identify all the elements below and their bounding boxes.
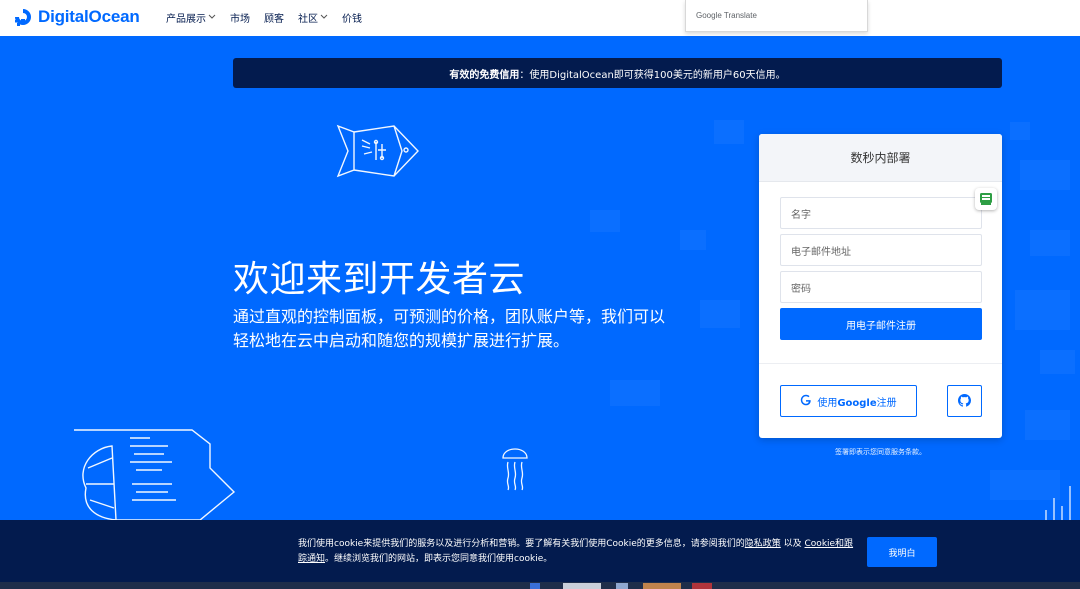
cookie-consent-bar: 我们使用cookie来提供我们的服务以及进行分析和营销。要了解有关我们使用Coo… bbox=[0, 520, 1080, 589]
chevron-down-icon bbox=[208, 13, 216, 22]
seaweed-icon bbox=[1036, 476, 1076, 526]
background-block bbox=[680, 230, 706, 250]
name-input-placeholder: 名字 bbox=[791, 209, 811, 221]
background-block bbox=[714, 120, 744, 144]
background-block bbox=[610, 380, 660, 406]
google-signup-label: 使用Google注册 bbox=[817, 394, 896, 409]
credit-banner: 有效的免费信用 ：使用DigitalOcean即可获得100美元的新用户60天信… bbox=[233, 58, 1002, 88]
github-icon bbox=[958, 392, 971, 411]
email-input-placeholder: 电子邮件地址 bbox=[791, 246, 851, 258]
strip-thumbnail bbox=[616, 583, 628, 589]
chevron-down-icon bbox=[320, 13, 328, 22]
nav-item-label: 产品展示 bbox=[166, 14, 206, 25]
nav-item-label: 市场 bbox=[230, 14, 250, 25]
bottom-strip bbox=[0, 582, 1080, 589]
main-nav: 产品展示 市场 顾客 社区 价钱 bbox=[166, 10, 362, 25]
jellyfish-icon bbox=[500, 444, 530, 496]
strip-thumbnail bbox=[692, 583, 712, 589]
nav-item-customers[interactable]: 顾客 bbox=[264, 10, 284, 25]
email-input[interactable]: 电子邮件地址 bbox=[780, 234, 982, 266]
background-block bbox=[1025, 410, 1070, 440]
strip-thumbnail bbox=[563, 583, 601, 589]
google-translate-label: Google Translate bbox=[696, 11, 757, 20]
extension-icon[interactable] bbox=[975, 188, 997, 210]
background-block bbox=[1040, 350, 1075, 374]
brand-logo[interactable]: DigitalOcean bbox=[12, 6, 140, 28]
terms-notice: 签署即表示您同意服务条款。 bbox=[835, 448, 926, 456]
background-block bbox=[1010, 122, 1030, 140]
strip-thumbnail bbox=[643, 583, 681, 589]
password-input-placeholder: 密码 bbox=[791, 283, 811, 295]
credit-banner-text: ：使用DigitalOcean即可获得100美元的新用户60天信用。 bbox=[519, 69, 786, 81]
google-translate-widget[interactable]: Google Translate bbox=[685, 0, 868, 32]
password-input[interactable]: 密码 bbox=[780, 271, 982, 303]
nav-item-label: 顾客 bbox=[264, 14, 284, 25]
fish-illustration-icon bbox=[334, 122, 424, 184]
email-signup-button[interactable]: 用电子邮件注册 bbox=[780, 308, 982, 340]
cookie-accept-button[interactable]: 我明白 bbox=[867, 537, 937, 567]
cookie-text-part-2: 以及 bbox=[780, 539, 805, 549]
github-signup-button[interactable] bbox=[947, 385, 982, 417]
credit-banner-strong: 有效的免费信用 bbox=[449, 69, 520, 81]
background-block bbox=[1020, 160, 1070, 190]
google-signup-prefix: 使用 bbox=[817, 397, 838, 409]
google-g-icon bbox=[800, 394, 812, 409]
digitalocean-logo-icon bbox=[12, 6, 34, 28]
card-divider bbox=[759, 363, 1002, 364]
nav-item-products[interactable]: 产品展示 bbox=[166, 10, 216, 25]
name-input[interactable]: 名字 bbox=[780, 197, 982, 229]
strip-thumbnail bbox=[530, 583, 540, 589]
cookie-text-part-3: 。继续浏览我们的网站，即表示您同意我们使用cookie。 bbox=[325, 554, 553, 564]
background-block bbox=[590, 210, 620, 232]
brand-name: DigitalOcean bbox=[38, 7, 140, 26]
nav-item-label: 社区 bbox=[298, 14, 318, 25]
top-navbar: DigitalOcean 产品展示 市场 顾客 社区 价钱 bbox=[0, 0, 1080, 36]
shrimp-illustration-icon bbox=[72, 428, 263, 527]
cookie-text-part-1: 我们使用cookie来提供我们的服务以及进行分析和营销。要了解有关我们使用Coo… bbox=[298, 539, 745, 549]
nav-item-pricing[interactable]: 价钱 bbox=[342, 10, 362, 25]
nav-item-community[interactable]: 社区 bbox=[298, 10, 328, 25]
google-signup-strong: Google bbox=[837, 397, 877, 409]
signup-card: 数秒内部署 名字 电子邮件地址 密码 用电子邮件注册 使用Google注册 bbox=[759, 134, 1002, 438]
background-block bbox=[1030, 230, 1070, 256]
hero-subtitle: 通过直观的控制面板，可预测的价格，团队账户等，我们可以轻松地在云中启动和随您的规… bbox=[233, 307, 666, 350]
cookie-consent-text: 我们使用cookie来提供我们的服务以及进行分析和营销。要了解有关我们使用Coo… bbox=[298, 537, 858, 567]
hero-title: 欢迎来到开发者云 bbox=[233, 259, 526, 300]
nav-item-marketplace[interactable]: 市场 bbox=[230, 10, 250, 25]
google-signup-button[interactable]: 使用Google注册 bbox=[780, 385, 917, 417]
nav-item-label: 价钱 bbox=[342, 14, 362, 25]
signup-card-heading: 数秒内部署 bbox=[759, 134, 1002, 182]
background-block bbox=[1015, 290, 1070, 330]
privacy-policy-link[interactable]: 隐私政策 bbox=[745, 539, 781, 549]
google-signup-suffix: 注册 bbox=[876, 397, 897, 409]
background-block bbox=[700, 300, 740, 328]
